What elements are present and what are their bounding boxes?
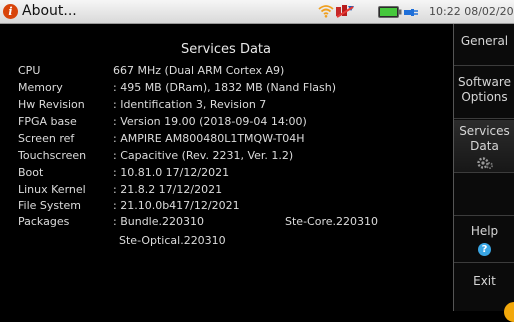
software-label-line1: Software bbox=[458, 75, 511, 89]
row-label-fpga-base: FPGA base bbox=[18, 115, 77, 128]
network-status-icon bbox=[336, 5, 354, 18]
row-value-packages: : Bundle.220310 bbox=[113, 215, 204, 228]
row-value-touchscreen: : Capacitive (Rev. 2231, Ver. 1.2) bbox=[113, 149, 294, 162]
row-value-fpga-base: : Version 19.00 (2018-09-04 14:00) bbox=[113, 115, 307, 128]
row-value-boot: : 10.81.0 17/12/2021 bbox=[113, 166, 230, 179]
services-data-button[interactable]: Services Data bbox=[454, 120, 514, 173]
exit-label: Exit bbox=[473, 274, 496, 288]
row-label-touchscreen: Touchscreen bbox=[18, 149, 87, 162]
battery-icon bbox=[378, 6, 402, 18]
exit-corner-icon bbox=[504, 302, 514, 322]
row-label-memory: Memory bbox=[18, 81, 63, 94]
row-value-screen-ref: : AMPIRE AM800480L1TMQW-T04H bbox=[113, 132, 305, 145]
row-label-linux-kernel: Linux Kernel bbox=[18, 183, 86, 196]
row-value-cpu: 667 MHz (Dual ARM Cortex A9) bbox=[113, 64, 285, 77]
row-label-screen-ref: Screen ref bbox=[18, 132, 75, 145]
side-menu: General Software Options Services Data H… bbox=[453, 24, 514, 322]
row-label-file-system: File System bbox=[18, 199, 81, 212]
row-label-hw-revision: Hw Revision bbox=[18, 98, 85, 111]
help-button[interactable]: Help ? bbox=[454, 217, 514, 263]
services-data-panel: Services Data CPU 667 MHz (Dual ARM Cort… bbox=[0, 24, 452, 311]
row-value-hw-revision: : Identification 3, Revision 7 bbox=[113, 98, 267, 111]
row-value-linux-kernel: : 21.8.2 17/12/2021 bbox=[113, 183, 223, 196]
exit-button[interactable]: Exit bbox=[454, 264, 514, 311]
software-label-line2: Options bbox=[461, 90, 508, 104]
package-ste-optical: Ste-Optical.220310 bbox=[119, 234, 226, 247]
power-plug-icon bbox=[404, 9, 418, 16]
wifi-icon bbox=[318, 5, 334, 18]
row-label-cpu: CPU bbox=[18, 64, 41, 77]
help-label: Help bbox=[470, 224, 499, 238]
row-value-file-system: : 21.10.0b417/12/2021 bbox=[113, 199, 240, 212]
software-options-button[interactable]: Software Options bbox=[454, 67, 514, 119]
clock: 10:22 08/02/2022 bbox=[429, 5, 514, 18]
info-icon: i bbox=[3, 4, 18, 19]
package-ste-core: Ste-Core.220310 bbox=[285, 215, 378, 228]
page-title: Services Data bbox=[181, 42, 271, 57]
row-value-memory: : 495 MB (DRam), 1832 MB (Nand Flash) bbox=[113, 81, 336, 94]
window-title: About... bbox=[22, 3, 77, 19]
empty-menu-slot bbox=[454, 174, 514, 216]
services-label-line1: Services bbox=[459, 124, 510, 138]
title-bar: i About... 10:22 08/02/2022 bbox=[0, 0, 514, 24]
help-icon: ? bbox=[478, 243, 491, 256]
row-label-boot: Boot bbox=[18, 166, 44, 179]
general-button[interactable]: General bbox=[454, 24, 514, 66]
gear-icon bbox=[476, 157, 493, 169]
general-label: General bbox=[460, 34, 509, 48]
row-label-packages: Packages bbox=[18, 215, 70, 228]
services-label-line2: Data bbox=[470, 139, 499, 153]
